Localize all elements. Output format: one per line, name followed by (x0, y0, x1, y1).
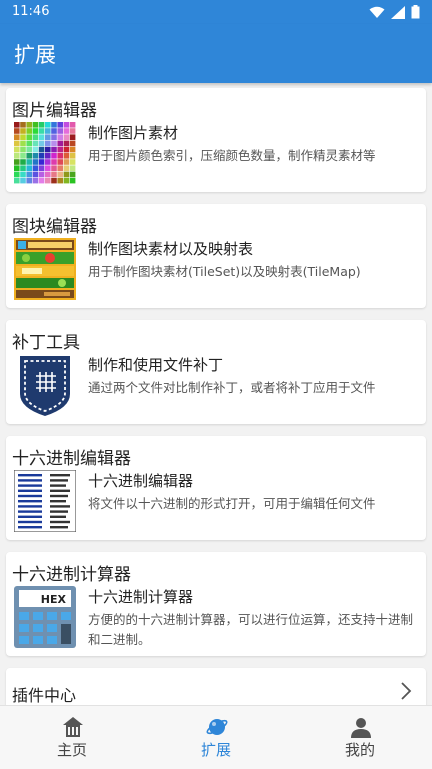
image-editor-card[interactable]: 图片编辑器 制作图片素材 用于图片颜色索引，压缩颜色数量，制作精灵素材等 (6, 88, 426, 192)
app-bar: 扩展 (0, 24, 432, 83)
card-section-title: 十六进制计算器 (12, 565, 131, 585)
patch-icon (20, 356, 70, 416)
chevron-right-icon (401, 682, 412, 700)
card-section-title: 图块编辑器 (12, 217, 97, 237)
wifi-icon (369, 6, 385, 18)
plugin-center-label: 插件中心 (12, 686, 77, 705)
hex-calculator-card[interactable]: 十六进制计算器 HEX 十六进制计算器 方便的的十六进制计算器，可以进行位运算，… (6, 552, 426, 656)
calculator-icon: HEX (14, 586, 76, 648)
card-item-desc: 用于制作图块素材(TileSet)以及映射表(TileMap) (88, 264, 361, 279)
card-item-desc: 将文件以十六进制的形式打开，可用于编辑任何文件 (88, 496, 376, 511)
tileset-icon (14, 238, 76, 300)
card-item-desc: 方便的的十六进制计算器，可以进行位运算，还支持十进制和二进制。 (88, 612, 414, 647)
calculator-display-text: HEX (41, 593, 67, 606)
card-item-title: 制作图块素材以及映射表 (88, 240, 254, 258)
signal-icon (391, 5, 405, 19)
hex-dump-icon (14, 470, 76, 532)
tile-editor-card[interactable]: 图块编辑器 制作图块素材以及映射表 用于制作图块素材(TileSet)以及映射表… (6, 204, 426, 308)
nav-profile[interactable]: 我的 (288, 706, 432, 769)
card-item-title: 十六进制计算器 (88, 588, 194, 606)
nav-label: 扩展 (200, 741, 231, 759)
planet-icon (206, 719, 228, 735)
pixel-palette-icon (14, 122, 76, 184)
card-section-title: 十六进制编辑器 (12, 449, 131, 469)
status-icons (369, 5, 420, 19)
card-item-desc: 通过两个文件对比制作补丁，或者将补丁应用于文件 (88, 380, 376, 395)
patch-tool-card[interactable]: 补丁工具 制作和使用文件补丁 通过两个文件对比制作补丁，或者将补丁应用于文件 (6, 320, 426, 424)
nav-label: 主页 (56, 741, 87, 759)
card-section-title: 补丁工具 (12, 333, 80, 353)
card-section-title: 图片编辑器 (12, 101, 97, 121)
card-item-title: 制作和使用文件补丁 (88, 356, 224, 374)
nav-home[interactable]: 主页 (0, 706, 144, 769)
card-item-title: 制作图片素材 (88, 124, 179, 142)
status-bar: 11:46 (0, 0, 432, 24)
nav-label: 我的 (344, 741, 375, 759)
status-time: 11:46 (12, 4, 50, 19)
home-icon (63, 717, 83, 737)
card-item-desc: 用于图片颜色索引，压缩颜色数量，制作精灵素材等 (88, 148, 376, 163)
bottom-navigation: 主页 扩展 我的 (0, 705, 432, 769)
card-item-title: 十六进制编辑器 (88, 472, 194, 490)
nav-extensions[interactable]: 扩展 (144, 706, 288, 769)
person-icon (351, 718, 371, 738)
hex-editor-card[interactable]: 十六进制编辑器 十六进制编辑器 将文件以十六进制的形式打开，可用于编辑任何文件 (6, 436, 426, 540)
page-title: 扩展 (14, 43, 56, 67)
battery-icon (411, 5, 420, 19)
